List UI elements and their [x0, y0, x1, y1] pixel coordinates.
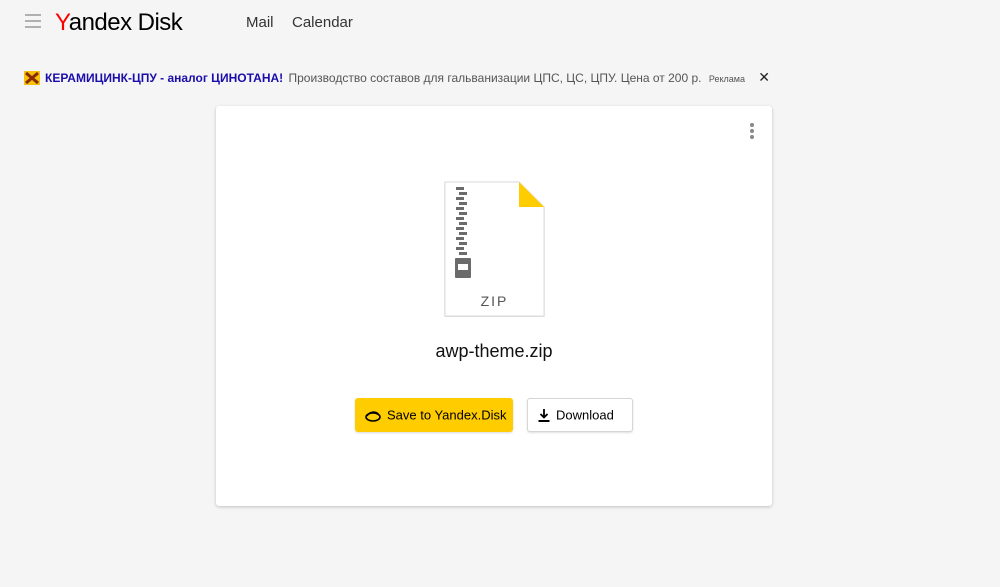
- download-button[interactable]: Download: [527, 398, 633, 432]
- logo-disk: Disk: [137, 9, 183, 36]
- ad-label: Реклама: [708, 74, 745, 84]
- more-vertical-icon[interactable]: [749, 123, 755, 139]
- file-name: awp-theme.zip: [435, 341, 553, 361]
- header: Yandex Disk Mail Calendar: [0, 0, 1000, 48]
- save-to-disk-button[interactable]: Save to Yandex.Disk: [355, 398, 513, 432]
- ad-title-link[interactable]: КЕРАМИЦИНК-ЦПУ - аналог ЦИНОТАНА!: [45, 71, 283, 85]
- yandex-disk-logo[interactable]: Yandex Disk: [55, 8, 183, 38]
- nav-calendar-link[interactable]: Calendar: [292, 14, 353, 32]
- ad-banner: КЕРАМИЦИНК-ЦПУ - аналог ЦИНОТАНА! Произв…: [24, 68, 770, 86]
- file-card: ZIP awp-theme.zip Save to Yandex.Disk Do…: [216, 106, 772, 506]
- download-button-label: Download: [556, 407, 614, 423]
- save-button-label: Save to Yandex.Disk: [387, 407, 507, 423]
- close-icon[interactable]: ✕: [758, 68, 770, 86]
- download-icon: [538, 409, 550, 423]
- zip-file-icon: ZIP: [444, 181, 545, 317]
- ad-text: Производство составов для гальванизации …: [288, 71, 702, 85]
- file-extension-label: ZIP: [480, 293, 509, 309]
- disk-icon: [365, 410, 381, 422]
- nav-mail-link[interactable]: Mail: [246, 14, 274, 32]
- ad-favicon-icon: [24, 71, 40, 85]
- logo-andex: andex: [68, 9, 132, 36]
- hamburger-icon[interactable]: [25, 14, 41, 30]
- logo-y: Y: [55, 9, 69, 36]
